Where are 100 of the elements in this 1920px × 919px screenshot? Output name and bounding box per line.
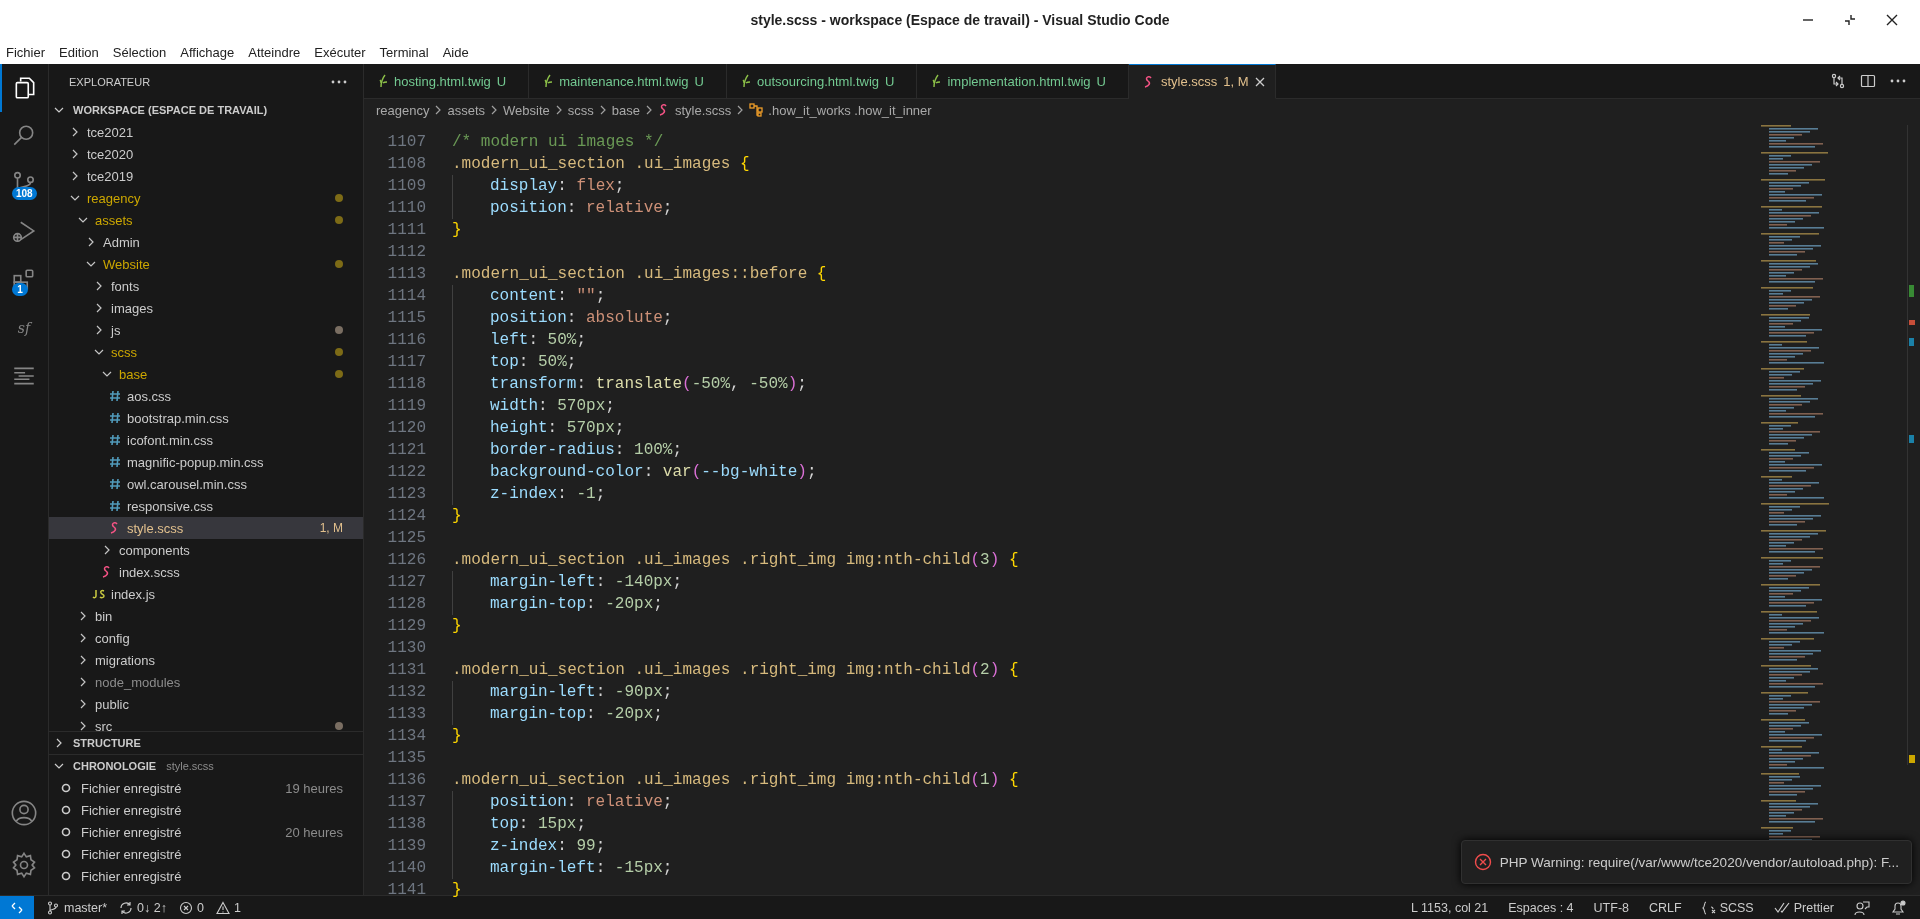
tree-item[interactable]: icofont.min.css <box>49 429 363 451</box>
activity-bar-button[interactable]: 108 <box>0 160 48 208</box>
line-number: 1131 <box>386 661 426 679</box>
line-number: 1135 <box>386 749 426 767</box>
sf-glyph: sf <box>17 320 31 336</box>
tree-item[interactable]: js <box>49 319 363 341</box>
branch-status[interactable]: master* <box>46 900 108 915</box>
restore-icon[interactable] <box>1844 14 1856 26</box>
count-badge: 1 <box>12 283 28 296</box>
tree-item[interactable]: config <box>49 627 363 649</box>
sync-status[interactable]: 0↓ 2↑ <box>119 900 167 915</box>
remote-icon <box>10 900 24 915</box>
tree-item[interactable]: Website <box>49 253 363 275</box>
tree-item[interactable]: src <box>49 715 363 731</box>
code-line: transform: translate(-50%, -50%); <box>490 375 807 393</box>
tree-item[interactable]: owl.carousel.min.css <box>49 473 363 495</box>
tree-item[interactable]: fonts <box>49 275 363 297</box>
tree-item[interactable]: index.js <box>49 583 363 605</box>
tree-item[interactable]: components <box>49 539 363 561</box>
line-number: 1134 <box>386 727 426 745</box>
close-icon[interactable] <box>1886 14 1898 26</box>
tree-item[interactable]: node_modules <box>49 671 363 693</box>
bell-icon[interactable] <box>1890 899 1906 916</box>
tree-item[interactable]: reagency <box>49 187 363 209</box>
line-number: 1132 <box>386 683 426 701</box>
tree-item[interactable]: public <box>49 693 363 715</box>
more-icon[interactable] <box>1890 79 1906 83</box>
editor-tab[interactable]: hosting.html.twig U <box>364 64 530 99</box>
prettier-status[interactable]: Prettier <box>1773 900 1834 915</box>
tree-item[interactable]: index.scss <box>49 561 363 583</box>
section-header[interactable]: STRUCTURE <box>49 731 363 754</box>
feedback-icon[interactable] <box>1854 899 1870 916</box>
status-item[interactable]: UTF-8 <box>1593 900 1629 915</box>
menu-item[interactable]: Terminal <box>379 44 429 60</box>
split-editor-icon[interactable] <box>1860 73 1876 89</box>
code-line: border-radius: 100%; <box>490 441 683 459</box>
timeline-item[interactable]: Fichier enregistré <box>49 843 363 865</box>
git-status-label: 1, M <box>319 521 343 535</box>
circle-icon <box>61 849 71 859</box>
file-name: style.scss <box>166 760 214 772</box>
breadcrumb-item[interactable]: style.scss <box>675 102 732 118</box>
warnings-status[interactable]: 1 <box>215 900 241 915</box>
timeline-item[interactable]: Fichier enregistré 19 heures <box>49 777 363 799</box>
section-header[interactable]: CHRONOLOGIE style.scss <box>49 754 363 777</box>
tree-item[interactable]: tce2019 <box>49 165 363 187</box>
code-line: } <box>452 617 462 635</box>
line-number: 1125 <box>386 529 426 547</box>
breadcrumb-item[interactable]: base <box>611 102 640 118</box>
breadcrumb-item[interactable]: reagency <box>376 102 430 118</box>
tree-item[interactable]: assets <box>49 209 363 231</box>
line-number: 1139 <box>386 837 426 855</box>
more-icon[interactable] <box>331 79 347 84</box>
menu-item[interactable]: Atteindre <box>248 44 301 60</box>
tree-item[interactable]: base <box>49 363 363 385</box>
tree-item[interactable]: images <box>49 297 363 319</box>
line-number: 1129 <box>386 617 426 635</box>
tree-item[interactable]: bin <box>49 605 363 627</box>
menu-item[interactable]: Sélection <box>112 44 167 60</box>
editor-tab[interactable]: implementation.html.twig U <box>917 64 1129 99</box>
editor-tab[interactable]: style.scss 1, M <box>1128 64 1276 99</box>
tree-item[interactable]: aos.css <box>49 385 363 407</box>
status-item[interactable]: CRLF <box>1649 900 1682 915</box>
tree-item[interactable]: Admin <box>49 231 363 253</box>
tree-item[interactable]: bootstrap.min.css <box>49 407 363 429</box>
breadcrumb-item[interactable]: Website <box>503 102 550 118</box>
line-number: 1137 <box>386 793 426 811</box>
branch-icon <box>46 900 60 915</box>
tree-item[interactable]: migrations <box>49 649 363 671</box>
code-line: .modern_ui_section .ui_images .right_img img:nth-child(1) { <box>452 771 1019 789</box>
language-status[interactable]: SCSS <box>1701 900 1754 915</box>
circle-icon <box>61 805 71 815</box>
timeline-item[interactable]: Fichier enregistré 20 heures <box>49 821 363 843</box>
tree-item[interactable]: magnific-popup.min.css <box>49 451 363 473</box>
tree-item[interactable]: style.scss 1, M <box>49 517 363 539</box>
line-number: 1123 <box>386 485 426 503</box>
tree-item[interactable]: scss <box>49 341 363 363</box>
menu-item[interactable]: Exécuter <box>314 44 366 60</box>
menu-item[interactable]: Aide <box>442 44 469 60</box>
section-header[interactable]: WORKSPACE (ESPACE DE TRAVAIL) <box>49 99 363 121</box>
menu-item[interactable]: Affichage <box>180 44 235 60</box>
tree-item[interactable]: responsive.css <box>49 495 363 517</box>
tree-item[interactable]: tce2020 <box>49 143 363 165</box>
status-item[interactable]: L 1153, col 21 <box>1411 900 1489 915</box>
errors-status[interactable]: 0 <box>178 900 204 915</box>
menu-item[interactable]: Fichier <box>6 44 45 60</box>
activity-bar-button[interactable]: 1 <box>0 256 48 304</box>
tree-item[interactable]: tce2021 <box>49 121 363 143</box>
breadcrumb-item[interactable]: assets <box>447 102 486 118</box>
compare-changes-icon[interactable] <box>1830 73 1846 89</box>
double-check-icon <box>1773 901 1790 914</box>
timeline-item[interactable]: Fichier enregistré <box>49 799 363 821</box>
menu-item[interactable]: Edition <box>59 44 99 60</box>
editor-tab[interactable]: outsourcing.html.twig U <box>726 64 918 99</box>
status-item[interactable]: Espaces : 4 <box>1508 900 1574 915</box>
activity-bar-button[interactable]: sf <box>0 304 48 352</box>
line-number: 1140 <box>386 859 426 877</box>
editor-tab[interactable]: maintenance.html.twig U <box>529 64 727 99</box>
breadcrumb-item[interactable]: scss <box>567 102 594 118</box>
breadcrumb-item[interactable]: .how_it_works .how_it_inner <box>768 102 932 118</box>
timeline-item[interactable]: Fichier enregistré <box>49 865 363 887</box>
